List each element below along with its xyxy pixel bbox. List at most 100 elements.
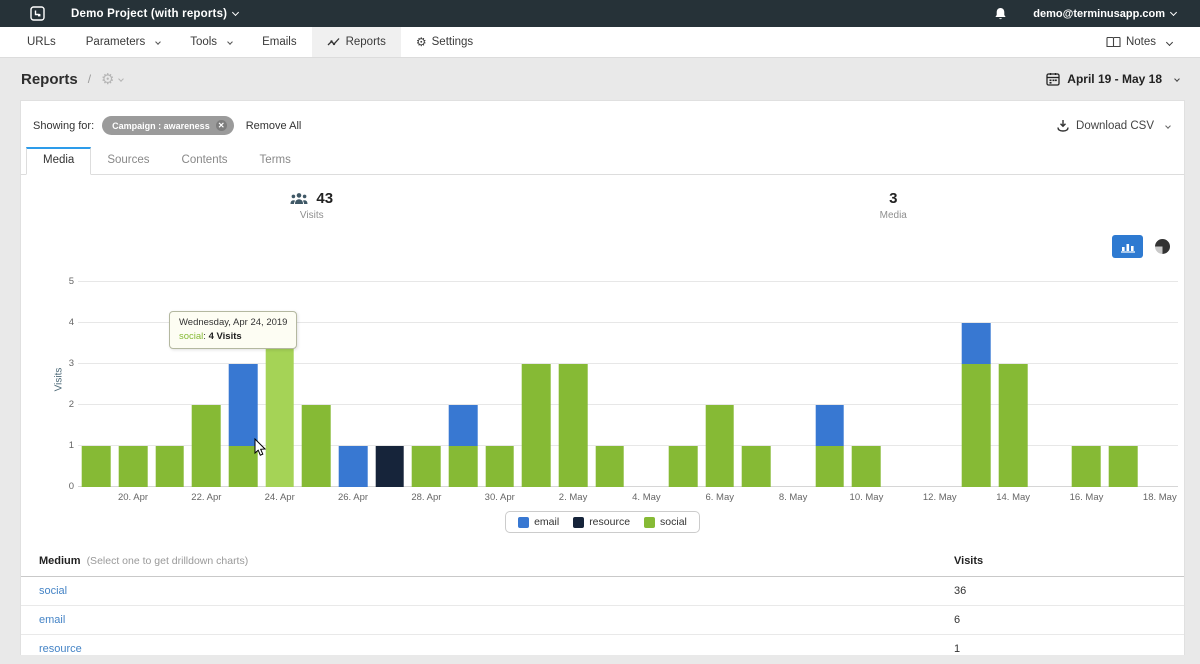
- bar-segment-social[interactable]: [302, 405, 331, 487]
- medium-table: Medium(Select one to get drilldown chart…: [21, 549, 1184, 664]
- chevron-down-icon: [227, 39, 233, 45]
- bar-segment-email[interactable]: [229, 364, 258, 446]
- legend-item-social[interactable]: social: [644, 516, 687, 528]
- nav-item-tools[interactable]: Tools: [175, 27, 247, 57]
- y-tick-0: 0: [62, 481, 74, 492]
- bar-segment-email[interactable]: [449, 405, 478, 446]
- visits-column-title: Visits: [954, 555, 1184, 567]
- nav-item-parameters[interactable]: Parameters: [71, 27, 175, 57]
- bar-segment-social[interactable]: [449, 446, 478, 487]
- remove-filter-icon[interactable]: ✕: [216, 120, 227, 131]
- bar-segment-social[interactable]: [522, 364, 551, 487]
- chip-label: Campaign : awareness: [112, 121, 210, 131]
- medium-cell: email: [21, 614, 954, 626]
- remove-all-button[interactable]: Remove All: [246, 120, 302, 132]
- x-tick-label: 2. May: [559, 492, 588, 503]
- bar-segment-email[interactable]: [339, 446, 368, 487]
- date-range-picker[interactable]: April 19 - May 18: [1046, 72, 1179, 86]
- bar-segment-email[interactable]: [815, 405, 844, 446]
- notes-menu[interactable]: Notes: [1096, 27, 1182, 57]
- pie-chart-toggle-button[interactable]: [1155, 239, 1170, 254]
- bar-segment-social[interactable]: [852, 446, 881, 487]
- tab-contents[interactable]: Contents: [166, 147, 244, 175]
- table-row-resource: resource1: [21, 635, 1184, 664]
- bar-segment-social[interactable]: [559, 364, 588, 487]
- chevron-down-icon: [1165, 123, 1171, 129]
- notifications-bell-icon[interactable]: [994, 7, 1007, 21]
- bar-segment-social[interactable]: [669, 446, 698, 487]
- bar-segment-social[interactable]: [705, 405, 734, 487]
- tab-terms[interactable]: Terms: [244, 147, 307, 175]
- y-tick-2: 2: [62, 399, 74, 410]
- bar-segment-social[interactable]: [999, 364, 1028, 487]
- tooltip-value: 4 Visits: [209, 331, 242, 342]
- bar-segment-social[interactable]: [962, 364, 991, 487]
- bar-segment-social[interactable]: [1109, 446, 1138, 487]
- bar-stack: [522, 364, 551, 487]
- chart-day-may-15: [1031, 282, 1068, 487]
- bar-stack: [669, 446, 698, 487]
- app-logo-icon[interactable]: [30, 6, 45, 21]
- visits-cell: 36: [954, 585, 1184, 597]
- date-range-label: April 19 - May 18: [1067, 72, 1162, 86]
- nav-item-emails[interactable]: Emails: [247, 27, 312, 57]
- chart-day-apr-27: [371, 282, 408, 487]
- chart-tooltip: Wednesday, Apr 24, 2019 social: 4 Visits: [169, 311, 297, 349]
- bar-segment-social[interactable]: [119, 446, 148, 487]
- bar-chart-toggle-button[interactable]: [1112, 235, 1143, 258]
- nav-item-reports[interactable]: Reports: [312, 27, 401, 57]
- bar-segment-email[interactable]: [962, 323, 991, 364]
- tab-sources[interactable]: Sources: [91, 147, 165, 175]
- x-tick-label: 10. May: [850, 492, 884, 503]
- tooltip-value-line: social: 4 Visits: [179, 331, 287, 342]
- medium-link-resource[interactable]: resource: [39, 643, 82, 655]
- bar-segment-social[interactable]: [815, 446, 844, 487]
- bar-stack: [302, 405, 331, 487]
- bar-stack: [595, 446, 624, 487]
- bar-segment-social[interactable]: [155, 446, 184, 487]
- visits-label: Visits: [300, 210, 324, 221]
- stat-visits: 43 Visits: [21, 190, 603, 221]
- chart-line-icon: [327, 37, 341, 48]
- gear-icon: ⚙: [416, 36, 427, 48]
- project-selector[interactable]: Demo Project (with reports): [71, 8, 238, 20]
- bar-segment-social[interactable]: [742, 446, 771, 487]
- bar-segment-social[interactable]: [192, 405, 221, 487]
- chart-day-may-5: [665, 282, 702, 487]
- chart-day-may-10: 10. May: [848, 282, 885, 487]
- bar-segment-social[interactable]: [1072, 446, 1101, 487]
- nav-item-settings[interactable]: ⚙ Settings: [401, 27, 488, 57]
- nav-item-urls[interactable]: URLs: [12, 27, 71, 57]
- tab-media[interactable]: Media: [26, 147, 91, 175]
- chart-day-may-14: 14. May: [995, 282, 1032, 487]
- filter-chip-campaign-awareness[interactable]: Campaign : awareness ✕: [102, 116, 234, 135]
- medium-link-email[interactable]: email: [39, 614, 65, 626]
- bar-stack: [742, 446, 771, 487]
- bar-segment-resource[interactable]: [375, 446, 404, 487]
- legend-item-email[interactable]: email: [518, 516, 559, 528]
- bar-segment-social[interactable]: [82, 446, 111, 487]
- bar-stack: [375, 446, 404, 487]
- download-csv-button[interactable]: Download CSV: [1056, 119, 1170, 132]
- chart-day-may-11: [885, 282, 922, 487]
- user-account-menu[interactable]: demo@terminusapp.com: [1033, 8, 1176, 20]
- table-row-social: social 36: [21, 577, 1184, 606]
- chart-day-may-2: 2. May: [555, 282, 592, 487]
- chart-day-may-18: 18. May: [1141, 282, 1178, 487]
- medium-link-social[interactable]: social: [39, 585, 67, 597]
- legend-label: resource: [589, 516, 630, 528]
- bar-segment-social[interactable]: [485, 446, 514, 487]
- report-settings-button[interactable]: ⚙: [101, 70, 123, 88]
- chart-day-may-8: 8. May: [775, 282, 812, 487]
- chart-day-apr-26: 26. Apr: [335, 282, 372, 487]
- x-tick-label: 30. Apr: [485, 492, 515, 503]
- nav-label: Settings: [432, 36, 474, 48]
- legend-item-resource[interactable]: resource: [573, 516, 630, 528]
- bar-segment-social[interactable]: [595, 446, 624, 487]
- chart-day-apr-28: 28. Apr: [408, 282, 445, 487]
- bar-segment-social[interactable]: [412, 446, 441, 487]
- email-swatch-icon: [518, 517, 529, 528]
- chart-day-may-3: [591, 282, 628, 487]
- chart-day-apr-30: 30. Apr: [481, 282, 518, 487]
- download-csv-label: Download CSV: [1076, 120, 1154, 132]
